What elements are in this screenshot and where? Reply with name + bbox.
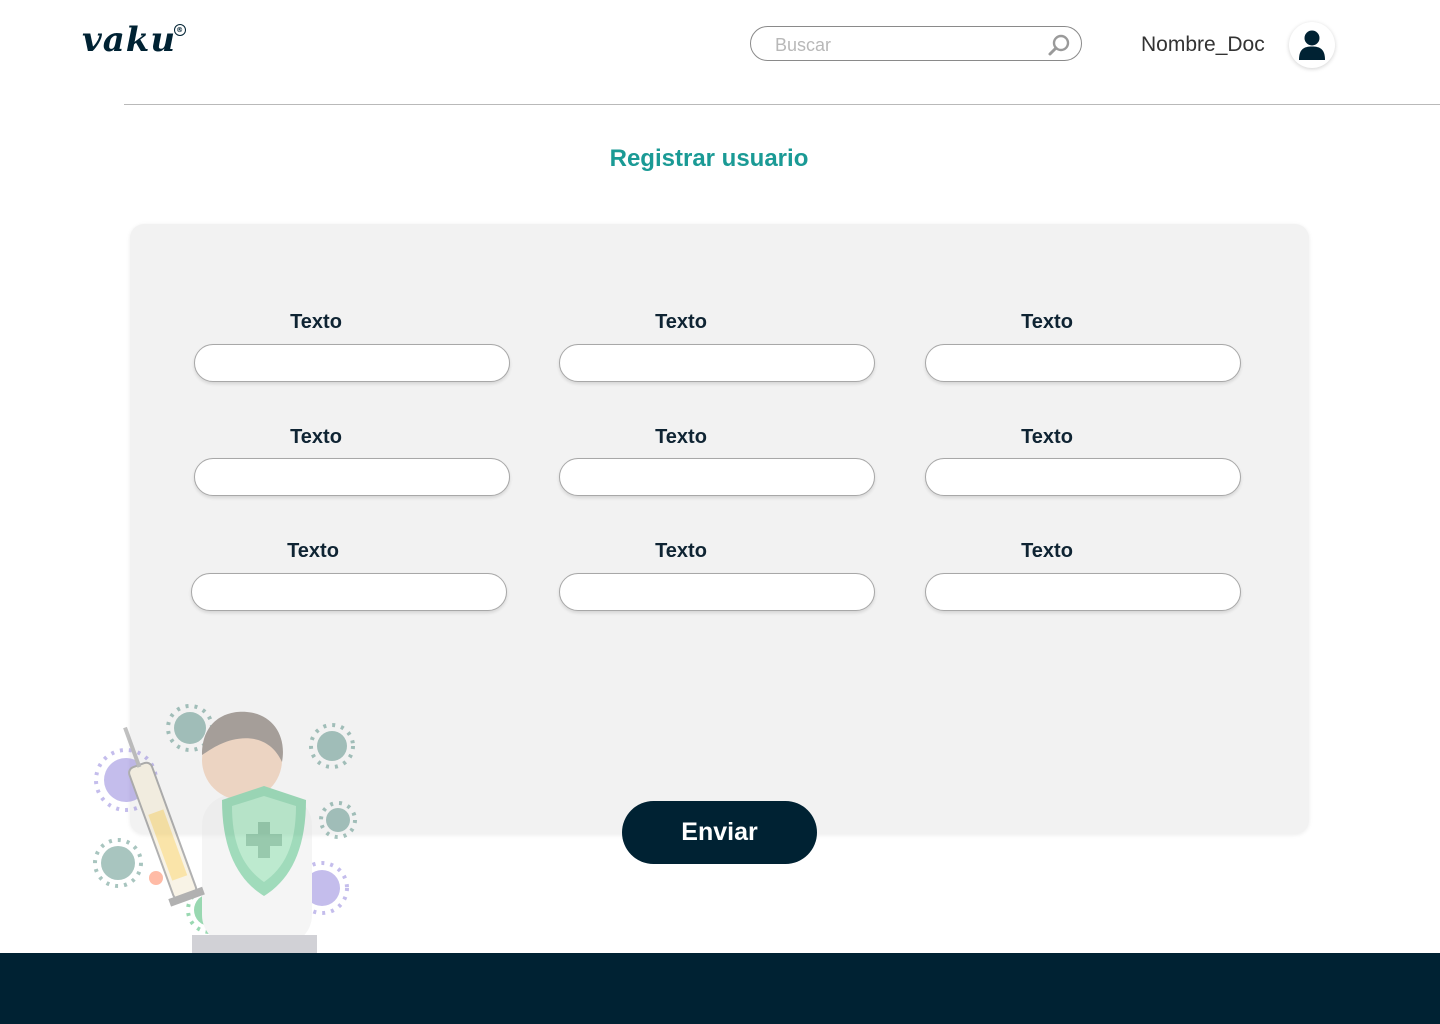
form-field-7[interactable] [191,573,507,611]
user-name[interactable]: Nombre_Doc [1141,32,1265,58]
field-label: Texto [1021,426,1073,448]
field-label: Texto [290,426,342,448]
footer [0,953,1440,1024]
form-field-5[interactable] [559,458,875,496]
submit-button[interactable]: Enviar [622,801,817,864]
field-label: Texto [655,540,707,562]
form-field-3[interactable] [925,344,1241,382]
form-field-1[interactable] [194,344,510,382]
doctor-illustration [93,704,357,953]
field-label: Texto [1021,540,1073,562]
field-label: Texto [655,426,707,448]
form-field-2[interactable] [559,344,875,382]
search-icon[interactable] [1047,33,1071,57]
form-field-8[interactable] [559,573,875,611]
search-bar [750,26,1082,61]
brand-logo[interactable]: vaku ® [82,18,187,62]
field-label: Texto [290,311,342,333]
field-label: Texto [287,540,339,562]
form-field-9[interactable] [925,573,1241,611]
user-icon [1299,30,1325,60]
form-field-4[interactable] [194,458,510,496]
form-field-6[interactable] [925,458,1241,496]
page-title: Registrar usuario [609,145,809,172]
registered-mark: ® [174,24,187,36]
logo-text: vaku [82,20,177,60]
user-avatar[interactable] [1289,22,1335,68]
search-input[interactable] [773,33,1037,57]
header-divider [124,104,1440,105]
field-label: Texto [655,311,707,333]
field-label: Texto [1021,311,1073,333]
